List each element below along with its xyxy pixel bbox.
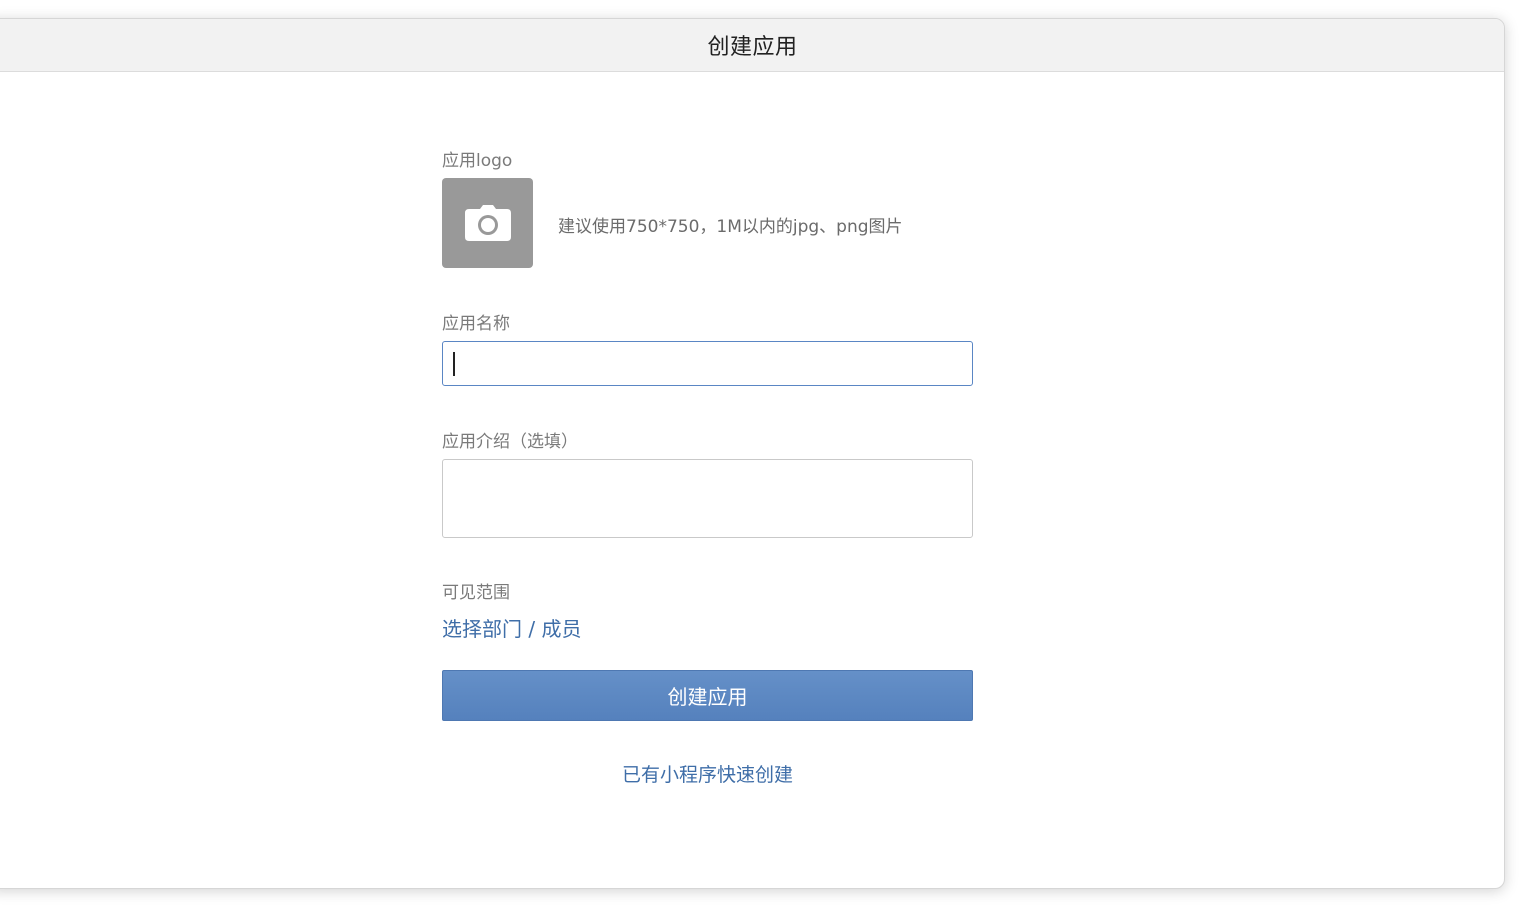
quick-create-from-miniprogram-link[interactable]: 已有小程序快速创建	[442, 760, 973, 787]
logo-hint: 建议使用750*750，1M以内的jpg、png图片	[558, 217, 903, 237]
logo-label: 应用logo	[442, 151, 513, 171]
create-app-button[interactable]: 创建应用	[442, 670, 973, 721]
create-app-dialog: 创建应用 应用logo 建议使用750*750，1M以内的jpg、png图片 应…	[0, 18, 1505, 889]
dialog-titlebar: 创建应用	[0, 19, 1504, 72]
dialog-title: 创建应用	[707, 35, 798, 60]
text-caret	[453, 352, 455, 376]
app-name-label: 应用名称	[442, 314, 510, 334]
app-description-label: 应用介绍（选填）	[442, 432, 578, 452]
app-description-textarea[interactable]	[442, 459, 973, 538]
camera-icon	[464, 205, 511, 241]
visibility-scope-label: 可见范围	[442, 583, 510, 603]
select-department-member-link[interactable]: 选择部门 / 成员	[442, 613, 581, 642]
app-name-input[interactable]	[442, 341, 973, 386]
logo-upload-button[interactable]	[442, 178, 533, 268]
